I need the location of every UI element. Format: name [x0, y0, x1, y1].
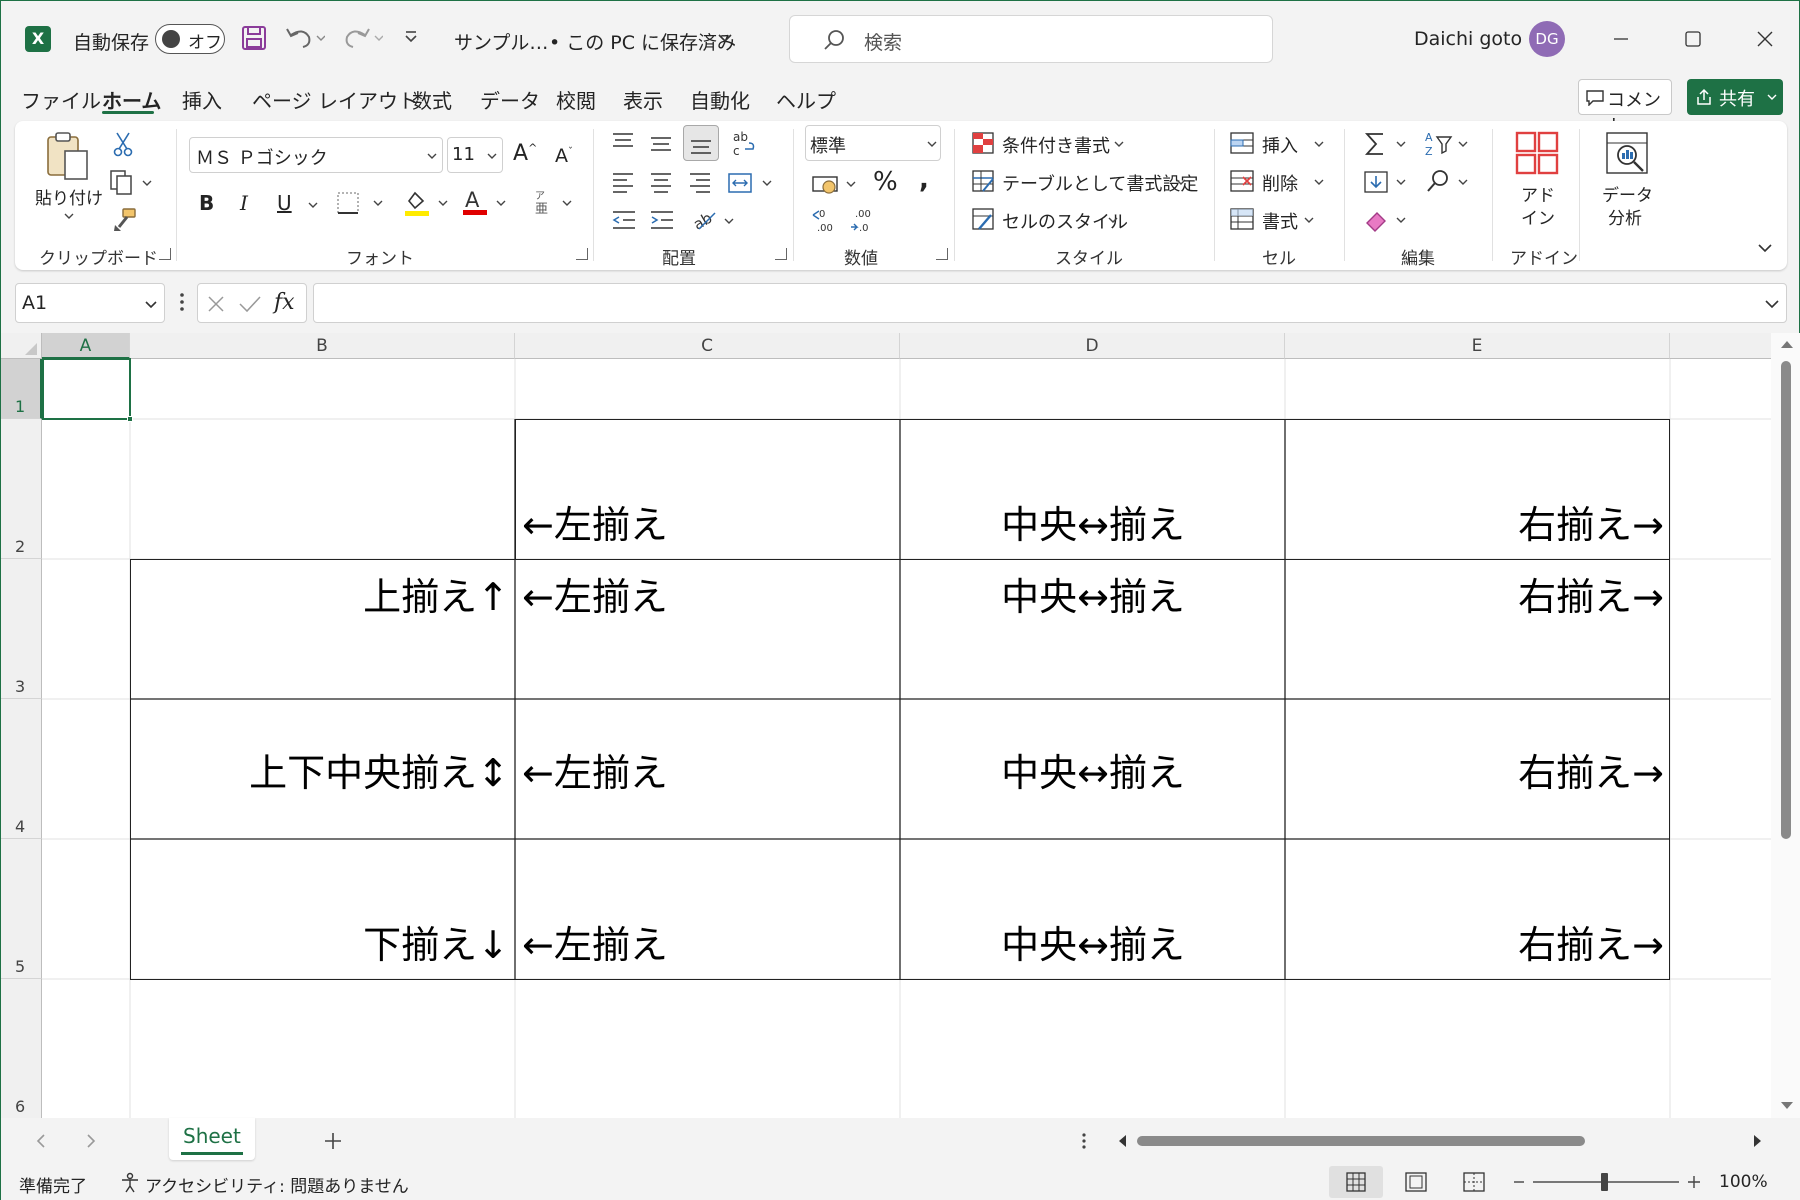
normal-view-button[interactable]: [1329, 1166, 1383, 1198]
scroll-down-icon[interactable]: [1780, 1101, 1794, 1111]
status-ready: 準備完了: [19, 1177, 87, 1197]
cell-b4[interactable]: 上下中央揃え↕: [131, 700, 515, 839]
cell-d3[interactable]: 中央↔揃え: [901, 560, 1285, 699]
sheet-tab[interactable]: Sheet: [169, 1118, 255, 1160]
horizontal-scrollbar[interactable]: [1113, 1128, 1769, 1154]
status-bar: 準備完了 アクセシビリティ: 問題ありません 100%: [1, 1164, 1800, 1200]
status-accessibility[interactable]: アクセシビリティ: 問題ありません: [145, 1172, 409, 1197]
next-sheet-icon[interactable]: [85, 1133, 97, 1149]
scroll-left-icon[interactable]: [1117, 1134, 1127, 1148]
selected-cell-a1[interactable]: [42, 358, 131, 420]
cell-d2[interactable]: 中央↔揃え: [901, 420, 1285, 559]
cell-c4[interactable]: ←左揃え: [516, 700, 900, 839]
add-sheet-icon[interactable]: [323, 1131, 343, 1151]
cell-c5[interactable]: ←左揃え: [516, 840, 900, 979]
zoom-slider-thumb[interactable]: [1601, 1173, 1608, 1191]
page-break-view-icon[interactable]: [1463, 1172, 1485, 1192]
zoom-out-icon[interactable]: [1513, 1180, 1525, 1184]
scroll-up-icon[interactable]: [1780, 339, 1794, 349]
cell-e4[interactable]: 右揃え→: [1286, 700, 1670, 839]
accessibility-icon[interactable]: [119, 1172, 141, 1194]
cell-d5[interactable]: 中央↔揃え: [901, 840, 1285, 979]
sheet-tab-label: Sheet: [183, 1124, 241, 1148]
cell-e3[interactable]: 右揃え→: [1286, 560, 1670, 699]
prev-sheet-icon[interactable]: [35, 1133, 47, 1149]
zoom-level[interactable]: 100%: [1719, 1172, 1768, 1192]
cell-e2[interactable]: 右揃え→: [1286, 420, 1670, 559]
cell-b5[interactable]: 下揃え↓: [131, 840, 515, 979]
scroll-right-icon[interactable]: [1753, 1134, 1763, 1148]
cell-b3[interactable]: 上揃え↑: [131, 560, 515, 699]
cell-c2[interactable]: ←左揃え: [516, 420, 900, 559]
zoom-in-icon[interactable]: [1687, 1175, 1701, 1189]
fill-handle[interactable]: [127, 416, 133, 422]
sheet-options-icon[interactable]: [1081, 1131, 1087, 1151]
sheet-tab-bar: Sheet: [1, 1118, 1800, 1164]
cell-d4[interactable]: 中央↔揃え: [901, 700, 1285, 839]
page-layout-view-icon[interactable]: [1405, 1172, 1427, 1192]
vertical-scrollbar[interactable]: [1771, 333, 1800, 1118]
cell-c3[interactable]: ←左揃え: [516, 560, 900, 699]
grid-view-icon: [1346, 1172, 1366, 1192]
sheet-tab-underline: [181, 1152, 243, 1155]
cell-e5[interactable]: 右揃え→: [1286, 840, 1670, 979]
horizontal-scroll-thumb[interactable]: [1137, 1136, 1585, 1146]
zoom-slider[interactable]: [1533, 1173, 1679, 1191]
vertical-scroll-thumb[interactable]: [1781, 361, 1791, 839]
